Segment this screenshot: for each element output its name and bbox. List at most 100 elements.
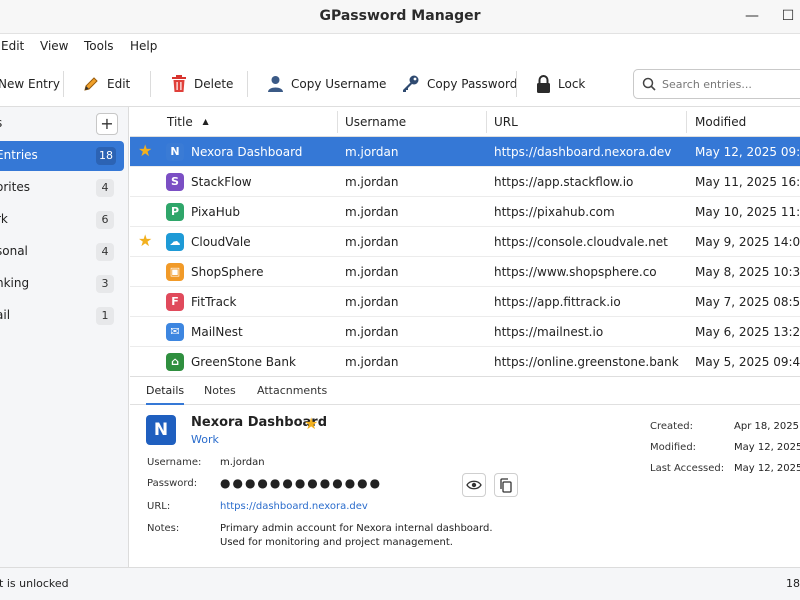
url-link[interactable]: https://dashboard.nexora.dev bbox=[220, 501, 368, 512]
table-row[interactable]: P PixaHub m.jordan https://pixahub.com May 1… bbox=[130, 197, 800, 227]
menu-view[interactable]: View bbox=[40, 39, 68, 53]
tab-details[interactable]: Details bbox=[146, 384, 185, 405]
sidebar-item-label: rk bbox=[0, 212, 8, 226]
add-group-button[interactable]: + bbox=[96, 113, 118, 135]
search-icon bbox=[642, 77, 656, 91]
sidebar-item-email[interactable]: ail 1 bbox=[0, 301, 124, 331]
toolbar-divider bbox=[516, 71, 517, 97]
sidebar-item-favorites[interactable]: orites 4 bbox=[0, 173, 124, 203]
last-accessed-label: Last Accessed: bbox=[650, 463, 725, 474]
row-username: m.jordan bbox=[345, 325, 399, 339]
lock-icon bbox=[537, 75, 550, 93]
status-bar: lt is unlocked 18 bbox=[0, 567, 800, 600]
sidebar: s + Entries 18 orites 4 rk 6 sonal 4 nki… bbox=[0, 107, 129, 567]
sidebar-item-work[interactable]: rk 6 bbox=[0, 205, 124, 235]
sidebar-item-label: sonal bbox=[0, 244, 28, 258]
sort-ascending-icon: ▲ bbox=[202, 117, 209, 126]
lock-button[interactable]: Lock bbox=[536, 71, 585, 97]
row-title: PixaHub bbox=[191, 205, 241, 219]
tab-attachments[interactable]: Attacnments bbox=[257, 384, 327, 397]
edit-label: Edit bbox=[107, 77, 131, 91]
sidebar-item-label: orites bbox=[0, 180, 30, 194]
sidebar-item-count: 4 bbox=[96, 243, 114, 261]
search-input[interactable] bbox=[662, 77, 792, 91]
menu-tools[interactable]: Tools bbox=[84, 39, 114, 53]
tab-notes[interactable]: Notes bbox=[204, 384, 236, 397]
table-row[interactable]: ★ N Nexora Dashboard m.jordan https://dashbo… bbox=[130, 137, 800, 167]
column-header-username[interactable]: Username bbox=[345, 115, 406, 129]
favorite-star-icon[interactable]: ★ bbox=[138, 233, 152, 249]
menu-help[interactable]: Help bbox=[130, 39, 157, 53]
password-value: ●●●●●●●●●●●●● bbox=[220, 476, 383, 490]
row-username: m.jordan bbox=[345, 175, 399, 189]
table-row[interactable]: S StackFlow m.jordan https://app.stackflow.… bbox=[130, 167, 800, 197]
sidebar-item-count: 18 bbox=[96, 147, 116, 165]
details-pane: Details Notes Attacnments N Nexora Dashb… bbox=[130, 376, 800, 567]
row-title: StackFlow bbox=[191, 175, 252, 189]
entry-count: 18 bbox=[786, 577, 800, 590]
vault-status: lt is unlocked bbox=[0, 577, 69, 590]
sidebar-item-personal[interactable]: sonal 4 bbox=[0, 237, 124, 267]
table-row[interactable]: ✉ MailNest m.jordan https://mailnest.io May … bbox=[130, 317, 800, 347]
entry-group[interactable]: Work bbox=[191, 433, 219, 446]
bank-icon: ⌂ bbox=[166, 353, 184, 371]
table-row[interactable]: ▣ ShopSphere m.jordan https://www.shopspher… bbox=[130, 257, 800, 287]
table-row[interactable]: ⌂ GreenStone Bank m.jordan https://online.g… bbox=[130, 347, 800, 377]
menu-bar: Edit View Tools Help bbox=[0, 34, 800, 60]
lock-label: Lock bbox=[558, 77, 586, 91]
sidebar-header: s + bbox=[0, 107, 129, 139]
sidebar-item-count: 4 bbox=[96, 179, 114, 197]
new-entry-button[interactable]: New Entry bbox=[0, 71, 60, 97]
table-row[interactable]: ★ ☁ CloudVale m.jordan https://console.cloud… bbox=[130, 227, 800, 257]
show-password-button[interactable] bbox=[462, 473, 486, 497]
modified-label: Modified: bbox=[650, 442, 697, 453]
sidebar-item-label: Entries bbox=[0, 148, 38, 162]
sidebar-item-all-entries[interactable]: Entries 18 bbox=[0, 141, 124, 171]
row-username: m.jordan bbox=[345, 235, 399, 249]
row-modified: May 12, 2025 09:14 bbox=[695, 145, 800, 159]
delete-label: Delete bbox=[194, 77, 234, 91]
trash-icon bbox=[172, 75, 186, 92]
sidebar-item-count: 3 bbox=[96, 275, 114, 293]
table-row[interactable]: F FitTrack m.jordan https://app.fittrack.io… bbox=[130, 287, 800, 317]
edit-button[interactable]: Edit bbox=[82, 71, 130, 97]
row-modified: May 7, 2025 08:55 bbox=[695, 295, 800, 309]
copy-username-label: Copy Username bbox=[291, 77, 387, 91]
mail-icon: ✉ bbox=[166, 323, 184, 341]
row-modified: May 5, 2025 09:41 bbox=[695, 355, 800, 369]
row-url: https://app.fittrack.io bbox=[494, 295, 621, 309]
sidebar-item-banking[interactable]: nking 3 bbox=[0, 269, 124, 299]
row-title: ShopSphere bbox=[191, 265, 264, 279]
last-accessed-value: May 12, 2025 0 bbox=[734, 463, 800, 474]
menu-edit[interactable]: Edit bbox=[1, 39, 24, 53]
minimize-button[interactable]: — bbox=[742, 6, 762, 26]
sidebar-item-label: nking bbox=[0, 276, 30, 290]
notes-line: Primary admin account for Nexora interna… bbox=[220, 523, 493, 534]
favorite-star-icon[interactable]: ★ bbox=[304, 414, 318, 433]
column-title-label: Title bbox=[167, 115, 193, 129]
row-title: FitTrack bbox=[191, 295, 237, 309]
column-header-title[interactable]: Title ▲ bbox=[167, 115, 209, 129]
row-modified: May 9, 2025 14:02 bbox=[695, 235, 800, 249]
row-url: https://app.stackflow.io bbox=[494, 175, 634, 189]
toolbar-divider bbox=[150, 71, 151, 97]
notes-line: Used for monitoring and project manageme… bbox=[220, 537, 453, 548]
copy-username-button[interactable]: Copy Username bbox=[267, 71, 386, 97]
row-title: Nexora Dashboard bbox=[191, 145, 303, 159]
copy-password-button[interactable]: Copy Password bbox=[400, 71, 517, 97]
toolbar-divider bbox=[63, 71, 64, 97]
maximize-button[interactable]: ☐ bbox=[778, 6, 798, 26]
column-header-modified[interactable]: Modified bbox=[695, 115, 746, 129]
shopping-bag-icon: ▣ bbox=[166, 263, 184, 281]
username-label: Username: bbox=[147, 457, 202, 468]
row-username: m.jordan bbox=[345, 145, 399, 159]
delete-button[interactable]: Delete bbox=[171, 71, 233, 97]
copy-password-inline-button[interactable] bbox=[494, 473, 518, 497]
column-header-url[interactable]: URL bbox=[494, 115, 518, 129]
sidebar-item-count: 6 bbox=[96, 211, 114, 229]
created-value: Apr 18, 2025 10 bbox=[734, 421, 800, 432]
fittrack-icon: F bbox=[166, 293, 184, 311]
favorite-star-icon[interactable]: ★ bbox=[138, 143, 152, 159]
row-modified: May 11, 2025 16:48 bbox=[695, 175, 800, 189]
row-url: https://online.greenstone.bank bbox=[494, 355, 679, 369]
